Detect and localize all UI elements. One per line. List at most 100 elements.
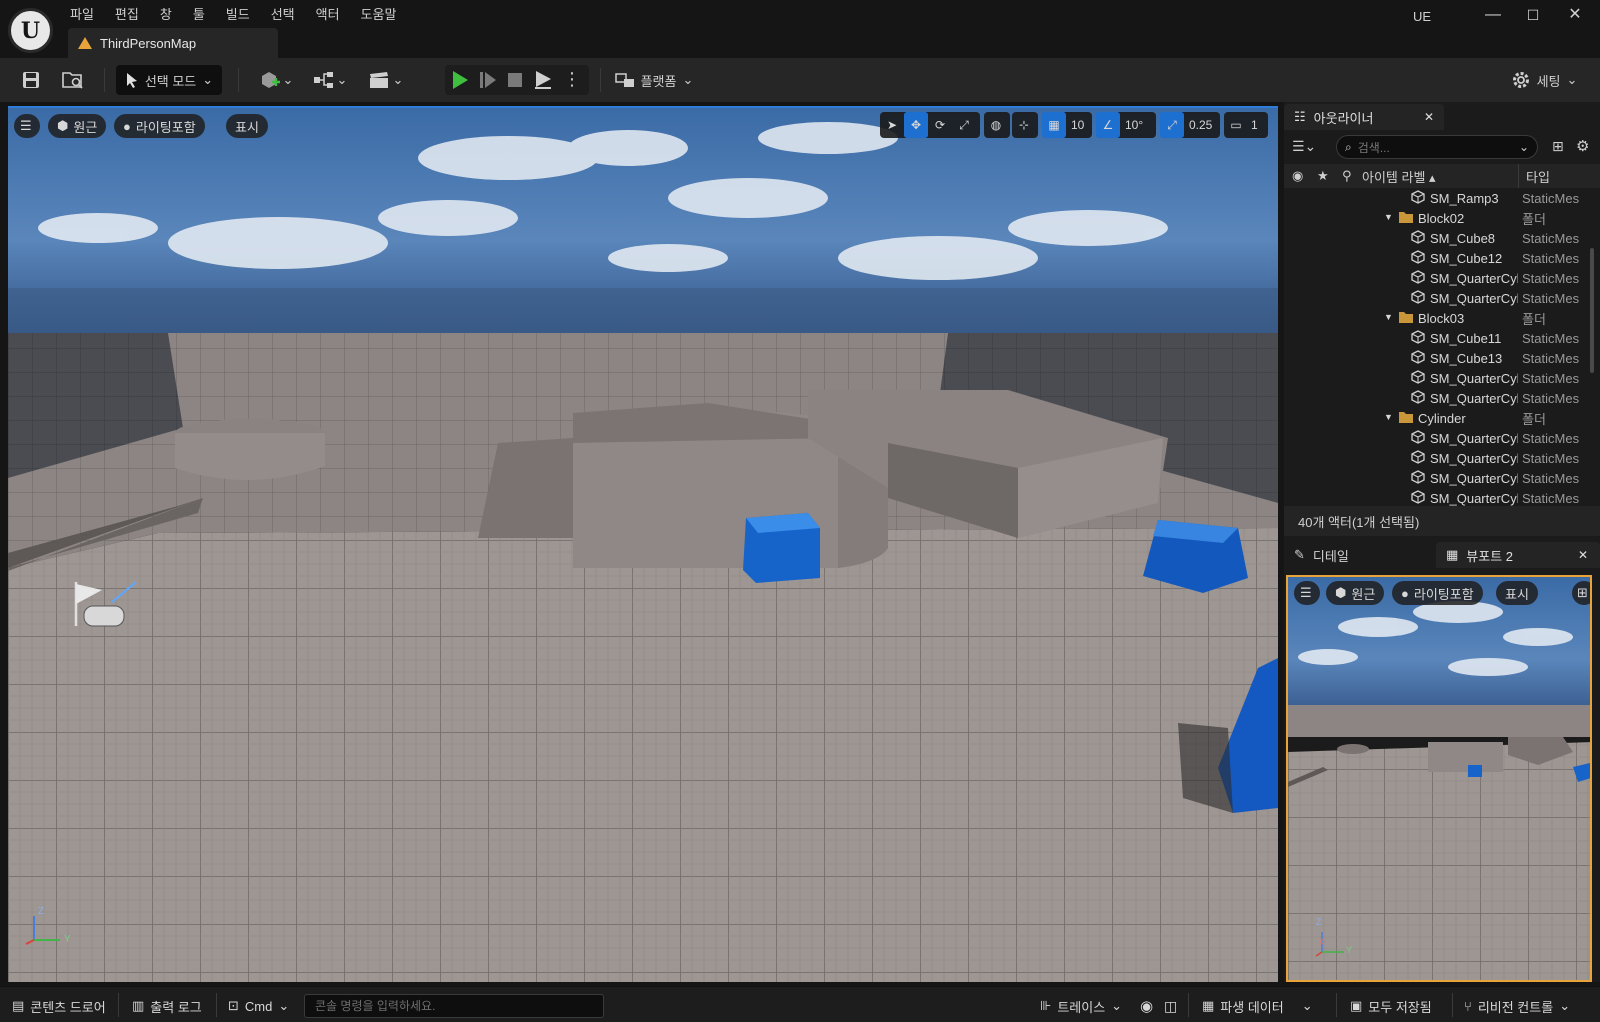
vp2-show-button[interactable]: 표시 (1496, 581, 1538, 605)
outliner-row[interactable]: SM_QuarterCylir StaticMes (1284, 268, 1584, 288)
type-column[interactable]: 타입 (1526, 167, 1550, 186)
level-viewport[interactable]: Z Y ☰ ⬢ 원근 ● 라이팅포함 표시 ➤ ✥ ⟳ ⤢ ◍ ⊹ ▦ 10 ∠… (8, 106, 1278, 982)
outliner-tab[interactable]: ☷ 아웃라이너 ✕ (1284, 104, 1444, 130)
content-drawer-button[interactable]: ▤ 콘텐츠 드로어 (12, 995, 106, 1017)
outliner-row-name: Block02 (1418, 210, 1465, 226)
rotate-tool-icon[interactable]: ⟳ (928, 112, 952, 138)
more-options-icon[interactable]: ⋮ (563, 69, 581, 90)
outliner-row[interactable]: SM_QuarterCylir StaticMes (1284, 468, 1584, 488)
outliner-row[interactable]: SM_QuarterCylir StaticMes (1284, 368, 1584, 388)
expand-arrow-icon[interactable]: ▼ (1384, 412, 1398, 424)
outliner-row[interactable]: SM_QuarterCylir StaticMes (1284, 488, 1584, 508)
visibility-icon[interactable]: ◉ (1292, 168, 1303, 184)
outliner-search-input[interactable]: ⌕ 검색... ⌄ (1336, 135, 1538, 159)
stop-icon[interactable] (507, 72, 523, 88)
outliner-row[interactable]: SM_Cube13 StaticMes (1284, 348, 1584, 368)
outliner-folder-row[interactable]: ▼ Block02 폴더 (1284, 208, 1584, 228)
scale-tool-icon[interactable]: ⤢ (952, 112, 976, 138)
settings-button[interactable]: 세팅 ⌄ (1508, 65, 1580, 95)
pin-icon[interactable]: ⚲ (1342, 168, 1352, 184)
outliner-row-type: StaticMes (1522, 470, 1580, 486)
outliner-scrollbar[interactable] (1590, 248, 1594, 373)
close-button[interactable]: ✕ (1560, 4, 1590, 26)
outliner-row-name: SM_QuarterCylir (1430, 370, 1518, 386)
map-tab[interactable]: ThirdPersonMap (68, 28, 278, 58)
save-icon[interactable] (16, 65, 46, 95)
vp2-layout-button[interactable]: ⊞ (1572, 581, 1590, 605)
expand-arrow-icon[interactable]: ▼ (1384, 212, 1398, 224)
blueprint-button[interactable]: ⌄ (310, 65, 350, 95)
world-local-toggle[interactable]: ◍ (984, 112, 1010, 138)
lighting-mode-button[interactable]: ● 라이팅포함 (114, 114, 205, 138)
advance-frame-icon[interactable] (479, 70, 497, 90)
record-icon[interactable]: ◉ (1140, 995, 1153, 1017)
outliner-row[interactable]: SM_QuarterCylir StaticMes (1284, 388, 1584, 408)
revision-control-button[interactable]: ⑂ 리비전 컨트롤 ⌄ (1464, 995, 1570, 1017)
maximize-button[interactable]: ☐ (1518, 4, 1548, 26)
item-label-column[interactable]: 아이템 라벨 ▴ (1362, 167, 1436, 186)
outliner-row[interactable]: SM_Cube8 StaticMes (1284, 228, 1584, 248)
perspective-button[interactable]: ⬢ 원근 (48, 114, 107, 138)
outliner-row[interactable]: SM_QuarterCylir StaticMes (1284, 428, 1584, 448)
menu-file[interactable]: 파일 (70, 6, 109, 26)
screenshot-icon[interactable]: ◫ (1164, 995, 1177, 1017)
console-input[interactable]: 콘솔 명령을 입력하세요. (304, 994, 604, 1018)
content-browse-icon[interactable] (58, 65, 88, 95)
camera-icon: ▭ (1230, 118, 1242, 132)
rotation-snap[interactable]: ∠ 10° (1096, 112, 1156, 138)
vp2-perspective-button[interactable]: ⬢ 원근 (1326, 581, 1385, 605)
translate-tool-icon[interactable]: ✥ (904, 112, 928, 138)
cinematics-button[interactable]: ⌄ (364, 65, 408, 95)
outliner-folder-row[interactable]: ▼ Cylinder 폴더 (1284, 408, 1584, 428)
filter-icon[interactable]: ☰⌄ (1292, 138, 1316, 155)
viewport2[interactable]: Z X Y ☰ ⬢ 원근 ● 라이팅포함 표시 ⊞ (1286, 575, 1592, 982)
unreal-logo[interactable]: U (8, 8, 53, 53)
outliner-row[interactable]: SM_Cube11 StaticMes (1284, 328, 1584, 348)
eject-icon[interactable] (533, 70, 553, 90)
menu-select[interactable]: 선택 (271, 6, 310, 26)
vp2-lighting-button[interactable]: ● 라이팅포함 (1392, 581, 1483, 605)
outliner-folder-row[interactable]: ▼ Block03 폴더 (1284, 308, 1584, 328)
camera-speed[interactable]: ▭ 1 (1224, 112, 1268, 138)
details-tab[interactable]: ✎ 디테일 (1284, 542, 1434, 568)
vp2-menu-button[interactable]: ☰ (1294, 581, 1320, 605)
rotation-snap-value: 10° (1125, 118, 1144, 132)
menu-actor[interactable]: 액터 (316, 6, 355, 26)
close-viewport2-icon[interactable]: ✕ (1578, 548, 1588, 562)
show-button[interactable]: 표시 (226, 114, 268, 138)
menu-tools[interactable]: 툴 (193, 6, 220, 26)
sphere-icon: ● (123, 118, 131, 134)
menu-window[interactable]: 창 (160, 6, 187, 26)
title-bar: U 파일 편집 창 툴 빌드 선택 액터 도움말 ThirdPersonMap … (0, 0, 1600, 58)
add-actor-button[interactable]: ⌄ (256, 65, 296, 95)
selection-mode-button[interactable]: 선택 모드 ⌄ (116, 65, 222, 95)
minimize-button[interactable]: — (1478, 4, 1508, 26)
menu-build[interactable]: 빌드 (226, 6, 265, 26)
favorite-icon[interactable]: ★ (1317, 168, 1329, 184)
play-icon[interactable] (451, 70, 469, 90)
cmd-dropdown[interactable]: ⊡ Cmd ⌄ (228, 995, 289, 1017)
expand-arrow-icon[interactable]: ▼ (1384, 312, 1398, 324)
outliner-row[interactable]: SM_Ramp3 StaticMes (1284, 188, 1584, 208)
close-outliner-icon[interactable]: ✕ (1424, 110, 1434, 124)
outliner-row[interactable]: SM_QuarterCylir StaticMes (1284, 448, 1584, 468)
save-all-button[interactable]: ▣ 모두 저장됨 (1350, 995, 1432, 1017)
viewport2-tab[interactable]: ▦ 뷰포트 2 ✕ (1436, 542, 1600, 568)
gear-icon (1512, 72, 1529, 88)
platforms-button[interactable]: 플랫폼 ⌄ (614, 65, 694, 95)
outliner-row[interactable]: SM_Cube12 StaticMes (1284, 248, 1584, 268)
search-chevron-icon: ⌄ (1518, 140, 1529, 154)
outliner-row[interactable]: SM_QuarterCylir StaticMes (1284, 288, 1584, 308)
add-folder-icon[interactable]: ⊞ (1552, 138, 1564, 155)
menu-help[interactable]: 도움말 (361, 6, 412, 26)
outliner-settings-icon[interactable]: ⚙ (1576, 137, 1589, 155)
select-tool-icon[interactable]: ➤ (880, 112, 904, 138)
menu-edit[interactable]: 편집 (115, 6, 154, 26)
output-log-button[interactable]: ▥ 출력 로그 (132, 995, 202, 1017)
viewport-menu-button[interactable]: ☰ (14, 114, 40, 138)
grid-snap[interactable]: ▦ 10 (1042, 112, 1092, 138)
trace-button[interactable]: ⊪ 트레이스 ⌄ (1040, 995, 1122, 1017)
surface-snap-toggle[interactable]: ⊹ (1012, 112, 1038, 138)
derived-data-button[interactable]: ▦ 파생 데이터 ⌄ (1202, 995, 1313, 1017)
scale-snap[interactable]: ⤢ 0.25 (1160, 112, 1220, 138)
